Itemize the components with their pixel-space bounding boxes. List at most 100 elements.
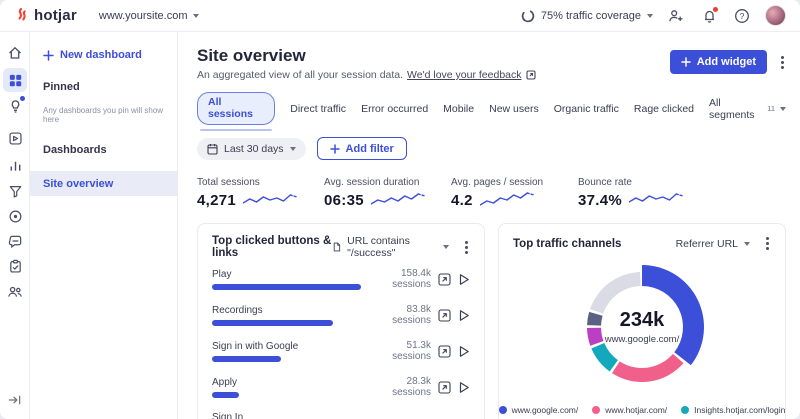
page-title: Site overview: [197, 46, 306, 65]
element-label: Recordings: [212, 305, 263, 316]
donut-legend: www.google.com/ www.hotjar.com/ Insights…: [499, 405, 785, 415]
add-filter-button[interactable]: Add filter: [316, 137, 407, 160]
pinned-heading: Pinned: [43, 81, 80, 93]
help-button[interactable]: ?: [732, 6, 752, 26]
play-recordings-icon[interactable]: [458, 345, 470, 358]
element-label: Play: [212, 269, 232, 280]
dashboards-heading: Dashboards: [43, 144, 107, 156]
metric-value: 4,271: [197, 191, 237, 209]
widget-top-clicked: Top clicked buttons & links URL contains…: [197, 223, 485, 419]
url-filter-dropdown[interactable]: URL contains "/success": [333, 235, 449, 259]
metric-block: Avg. session duration 06:35: [324, 177, 451, 210]
calendar-icon: [207, 143, 218, 155]
svg-text:?: ?: [740, 11, 745, 21]
dashboards-sidebar: New dashboard Pinned Any dashboards you …: [30, 32, 178, 419]
legend-label: www.google.com/: [511, 405, 579, 415]
metric-block: Avg. pages / session 4.2: [451, 177, 578, 210]
clicked-element-row: Apply 28.3k sessions: [212, 376, 470, 398]
traffic-donut-chart[interactable]: 234k www.google.com/: [569, 254, 715, 400]
donut-segment[interactable]: [612, 353, 684, 383]
clicked-element-row: Play 158.4k sessions: [212, 268, 470, 290]
widget-menu-icon[interactable]: [463, 239, 470, 256]
filter-bar: Last 30 days Add filter: [197, 137, 786, 160]
donut-segment[interactable]: [642, 265, 705, 366]
donut-segment[interactable]: [587, 311, 603, 326]
open-heatmap-icon[interactable]: [438, 344, 451, 358]
new-dashboard-button[interactable]: New dashboard: [43, 49, 177, 61]
interviews-icon[interactable]: [3, 279, 27, 303]
sparkline-chart: [370, 193, 425, 205]
widget-menu-icon[interactable]: [764, 235, 771, 252]
element-label: Sign In: [212, 412, 244, 419]
metric-block: Total sessions 4,271: [197, 177, 324, 210]
add-widget-button[interactable]: Add widget: [669, 50, 767, 74]
open-heatmap-icon[interactable]: [438, 272, 451, 286]
play-recordings-icon[interactable]: [458, 309, 470, 322]
referrer-dropdown[interactable]: Referrer URL: [676, 238, 750, 250]
segment-tab-all-sessions[interactable]: All sessions: [197, 92, 276, 131]
legend-dot: [592, 406, 601, 414]
dashboards-icon[interactable]: [3, 68, 27, 92]
segment-tab[interactable]: Direct traffic: [290, 103, 346, 115]
new-feature-badge: [20, 96, 25, 101]
new-dashboard-label: New dashboard: [60, 49, 142, 61]
add-widget-label: Add widget: [696, 56, 756, 68]
main-content: Site overview An aggregated view of all …: [178, 32, 800, 419]
metric-label: Total sessions: [197, 177, 260, 188]
invite-user-button[interactable]: [666, 6, 686, 26]
hotjar-app-window: hotjar www.yoursite.com 75% traffic cove…: [0, 0, 800, 419]
feedback-link[interactable]: We'd love your feedback: [407, 69, 521, 81]
widget-title: Top traffic channels: [513, 237, 622, 250]
segment-tab[interactable]: Rage clicked: [634, 103, 694, 115]
sidebar-item-site-overview[interactable]: Site overview: [30, 171, 177, 196]
highlights-icon[interactable]: [3, 94, 27, 118]
url-filter-label: URL contains "/success": [347, 235, 410, 259]
flame-icon: [14, 7, 29, 24]
segment-tab[interactable]: New users: [489, 103, 539, 115]
segment-tabs: All sessions Direct traffic Error occurr…: [197, 92, 786, 131]
notification-badge: [713, 6, 718, 12]
open-heatmap-icon[interactable]: [438, 380, 451, 394]
trends-icon[interactable]: [3, 153, 27, 177]
date-range-dropdown[interactable]: Last 30 days: [197, 137, 306, 160]
segment-tab[interactable]: Mobile: [443, 103, 474, 115]
element-label: Apply: [212, 377, 238, 388]
all-segments-count: 11: [767, 104, 775, 113]
metric-value: 37.4%: [578, 191, 623, 209]
sessions-bar: [212, 320, 333, 326]
collapse-sidebar-icon[interactable]: [7, 393, 22, 407]
segment-tab[interactable]: Organic traffic: [554, 103, 619, 115]
funnels-icon[interactable]: [3, 179, 27, 203]
sessions-count: 51.3k sessions: [392, 340, 431, 362]
donut-segment[interactable]: [590, 272, 641, 314]
segment-tab[interactable]: Error occurred: [361, 103, 428, 115]
play-recordings-icon[interactable]: [458, 273, 470, 286]
surveys-icon[interactable]: [3, 254, 27, 278]
progress-ring-icon: [521, 9, 535, 23]
traffic-coverage-dropdown[interactable]: 75% traffic coverage: [521, 9, 653, 23]
widget-title: Top clicked buttons & links: [212, 235, 332, 259]
clicked-element-row: Sign in with Google 51.3k sessions: [212, 340, 470, 362]
heatmaps-icon[interactable]: [3, 204, 27, 228]
user-avatar[interactable]: [765, 5, 786, 26]
donut-segment[interactable]: [587, 327, 604, 346]
site-selector[interactable]: www.yoursite.com: [99, 10, 199, 22]
legend-dot: [681, 406, 690, 414]
recordings-icon[interactable]: [3, 126, 27, 150]
donut-segment[interactable]: [591, 343, 618, 372]
sparkline-chart: [479, 192, 534, 206]
play-recordings-icon[interactable]: [458, 381, 470, 394]
open-heatmap-icon[interactable]: [438, 308, 451, 322]
brand-name: hotjar: [34, 7, 77, 24]
metric-label: Avg. session duration: [324, 177, 420, 188]
page-menu-icon[interactable]: [779, 54, 786, 71]
nav-rail: [0, 32, 30, 419]
all-segments-label: All segments: [709, 96, 755, 121]
metric-label: Bounce rate: [578, 177, 632, 188]
hotjar-logo[interactable]: hotjar: [14, 7, 77, 24]
all-segments-dropdown[interactable]: All segments 11: [709, 97, 786, 121]
notifications-button[interactable]: [699, 6, 719, 26]
home-icon[interactable]: [3, 41, 27, 65]
feedback-icon[interactable]: [3, 229, 27, 253]
sessions-count: 83.8k sessions: [392, 304, 431, 326]
